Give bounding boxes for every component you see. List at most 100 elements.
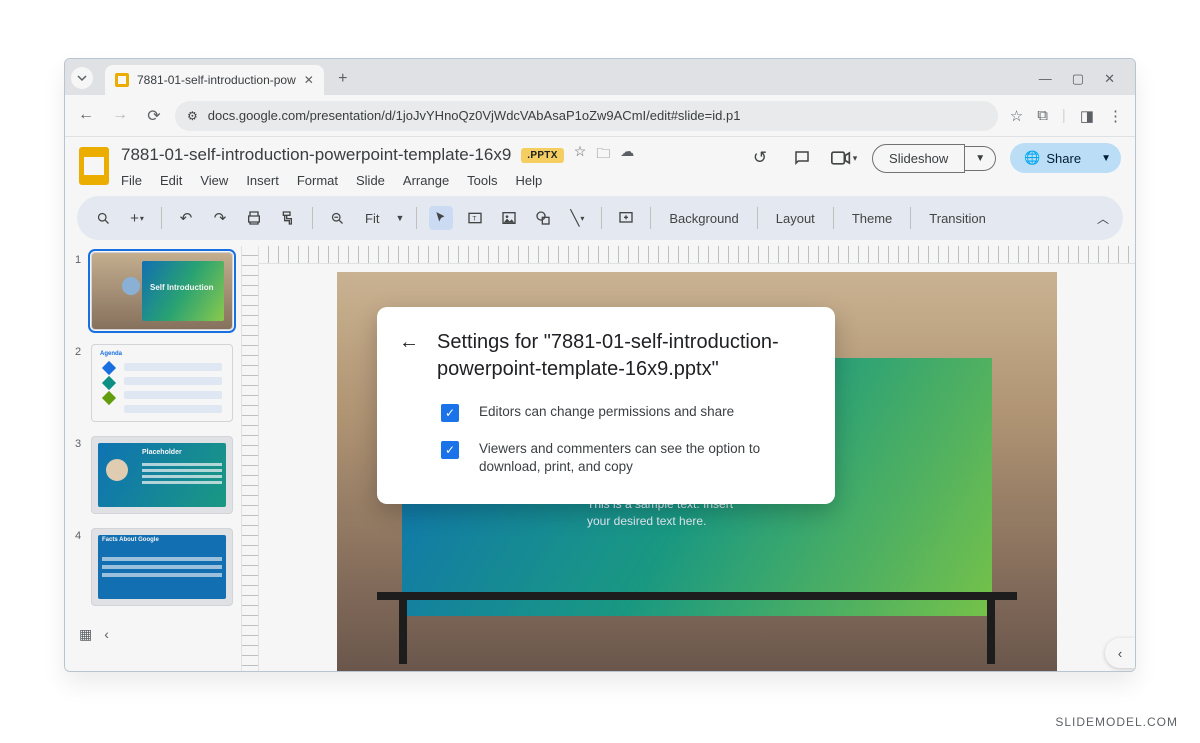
- url-text: docs.google.com/presentation/d/1joJvYHno…: [208, 108, 741, 123]
- cloud-status-icon[interactable]: ☁: [620, 143, 634, 167]
- thumbnail[interactable]: Facts About Google: [91, 528, 233, 606]
- meet-icon[interactable]: ▾: [830, 144, 858, 172]
- separator: [312, 207, 313, 229]
- background-button[interactable]: Background: [663, 211, 744, 226]
- share-settings-dialog: ← Settings for "7881-01-self-introductio…: [377, 307, 835, 504]
- menu-tools[interactable]: Tools: [467, 173, 497, 188]
- browser-window: 7881-01-self-introduction-pow ✕ + — ▢ ✕ …: [64, 58, 1136, 672]
- checkbox-viewers[interactable]: ✓: [441, 441, 459, 459]
- image-tool[interactable]: [497, 206, 521, 230]
- separator: [910, 207, 911, 229]
- option-editors-share: ✓ Editors can change permissions and sha…: [441, 403, 809, 422]
- url-field[interactable]: ⚙ docs.google.com/presentation/d/1joJvYH…: [175, 101, 998, 131]
- thumbnail[interactable]: Placeholder: [91, 436, 233, 514]
- select-tool[interactable]: [429, 206, 453, 230]
- thumb-number: 1: [75, 252, 85, 330]
- redo-button[interactable]: ↷: [208, 206, 232, 230]
- tab-search-button[interactable]: [71, 67, 93, 89]
- slides-favicon: [115, 73, 129, 87]
- menu-edit[interactable]: Edit: [160, 173, 182, 188]
- site-settings-icon[interactable]: ⚙: [187, 109, 198, 123]
- reload-button[interactable]: ⟳: [145, 106, 163, 126]
- thumb-1[interactable]: 1 Self Introduction: [75, 252, 235, 330]
- url-right-icons: ☆ ⧉ | ◨ ⋮: [1010, 107, 1123, 125]
- new-tab-button[interactable]: +: [330, 66, 356, 92]
- menu-arrange[interactable]: Arrange: [403, 173, 449, 188]
- line-tool[interactable]: ╲▾: [565, 206, 589, 230]
- thumb-title: Agenda: [100, 351, 122, 357]
- comments-icon[interactable]: [788, 144, 816, 172]
- menu-help[interactable]: Help: [516, 173, 543, 188]
- thumb-number: 4: [75, 528, 85, 606]
- slideshow-dropdown[interactable]: ▼: [965, 146, 996, 171]
- shape-tool[interactable]: [531, 206, 555, 230]
- textbox-tool[interactable]: T: [463, 206, 487, 230]
- menu-view[interactable]: View: [200, 173, 228, 188]
- menu-file[interactable]: File: [121, 173, 142, 188]
- close-tab-icon[interactable]: ✕: [304, 73, 314, 87]
- document-title[interactable]: 7881-01-self-introduction-powerpoint-tem…: [121, 145, 511, 165]
- filmstrip-prev-icon[interactable]: ‹: [104, 626, 109, 643]
- forward-button[interactable]: →: [111, 106, 129, 126]
- checkbox-editors[interactable]: ✓: [441, 404, 459, 422]
- bookmark-icon[interactable]: ☆: [1010, 107, 1023, 125]
- separator: [650, 207, 651, 229]
- browser-tab[interactable]: 7881-01-self-introduction-pow ✕: [105, 65, 324, 95]
- thumb-title: Self Introduction: [150, 283, 214, 292]
- side-panel-icon[interactable]: ◨: [1080, 107, 1094, 125]
- new-slide-button[interactable]: +▾: [125, 206, 149, 230]
- menu-slide[interactable]: Slide: [356, 173, 385, 188]
- grid-view-icon[interactable]: ▦: [79, 626, 92, 643]
- back-button[interactable]: ←: [77, 106, 95, 126]
- move-icon[interactable]: 🗀: [596, 143, 610, 167]
- collapse-toolbar-icon[interactable]: ︿: [1097, 210, 1109, 227]
- explore-fab[interactable]: ‹: [1105, 638, 1135, 668]
- share-dropdown[interactable]: ▼: [1095, 146, 1121, 171]
- undo-button[interactable]: ↶: [174, 206, 198, 230]
- filmstrip: 1 Self Introduction 2 Agenda: [65, 246, 241, 672]
- slides-logo-icon[interactable]: [79, 147, 109, 185]
- separator: [757, 207, 758, 229]
- back-arrow-icon[interactable]: ←: [399, 329, 419, 354]
- zoom-dropdown-icon[interactable]: ▼: [395, 213, 404, 223]
- thumb-number: 3: [75, 436, 85, 514]
- transition-button[interactable]: Transition: [923, 211, 992, 226]
- thumbnail[interactable]: Agenda: [91, 344, 233, 422]
- comment-tool[interactable]: [614, 206, 638, 230]
- theme-button[interactable]: Theme: [846, 211, 898, 226]
- zoom-out-icon[interactable]: [325, 206, 349, 230]
- thumb-number: 2: [75, 344, 85, 422]
- slideshow-button[interactable]: Slideshow: [872, 144, 965, 173]
- thumb-3[interactable]: 3 Placeholder: [75, 436, 235, 514]
- option-label: Viewers and commenters can see the optio…: [479, 440, 769, 476]
- search-icon[interactable]: [91, 206, 115, 230]
- star-icon[interactable]: ☆: [574, 143, 587, 167]
- share-label: Share: [1046, 151, 1081, 166]
- layout-button[interactable]: Layout: [770, 211, 821, 226]
- menu-format[interactable]: Format: [297, 173, 338, 188]
- print-button[interactable]: [242, 206, 266, 230]
- thumb-4[interactable]: 4 Facts About Google: [75, 528, 235, 606]
- close-window-button[interactable]: ✕: [1104, 71, 1115, 87]
- thumb-2[interactable]: 2 Agenda: [75, 344, 235, 422]
- chrome-menu-icon[interactable]: ⋮: [1108, 107, 1123, 125]
- thumbnail[interactable]: Self Introduction: [91, 252, 233, 330]
- separator: [416, 207, 417, 229]
- zoom-fit[interactable]: Fit: [359, 211, 385, 226]
- pptx-badge: .PPTX: [521, 148, 563, 163]
- maximize-button[interactable]: ▢: [1072, 71, 1084, 87]
- thumb-title: Placeholder: [142, 449, 182, 456]
- separator: [601, 207, 602, 229]
- paint-format-button[interactable]: [276, 206, 300, 230]
- minimize-button[interactable]: —: [1039, 71, 1052, 87]
- globe-icon: 🌐: [1024, 150, 1040, 166]
- share-button[interactable]: 🌐 Share: [1010, 143, 1095, 173]
- menu-insert[interactable]: Insert: [246, 173, 279, 188]
- history-icon[interactable]: ↺: [746, 144, 774, 172]
- slides-header: 7881-01-self-introduction-powerpoint-tem…: [65, 137, 1135, 188]
- separator: [161, 207, 162, 229]
- watermark: SLIDEMODEL.COM: [1055, 715, 1178, 729]
- share-split-button: 🌐 Share ▼: [1010, 143, 1121, 173]
- slideshow-split-button: Slideshow ▼: [872, 144, 996, 173]
- extensions-icon[interactable]: ⧉: [1037, 107, 1048, 124]
